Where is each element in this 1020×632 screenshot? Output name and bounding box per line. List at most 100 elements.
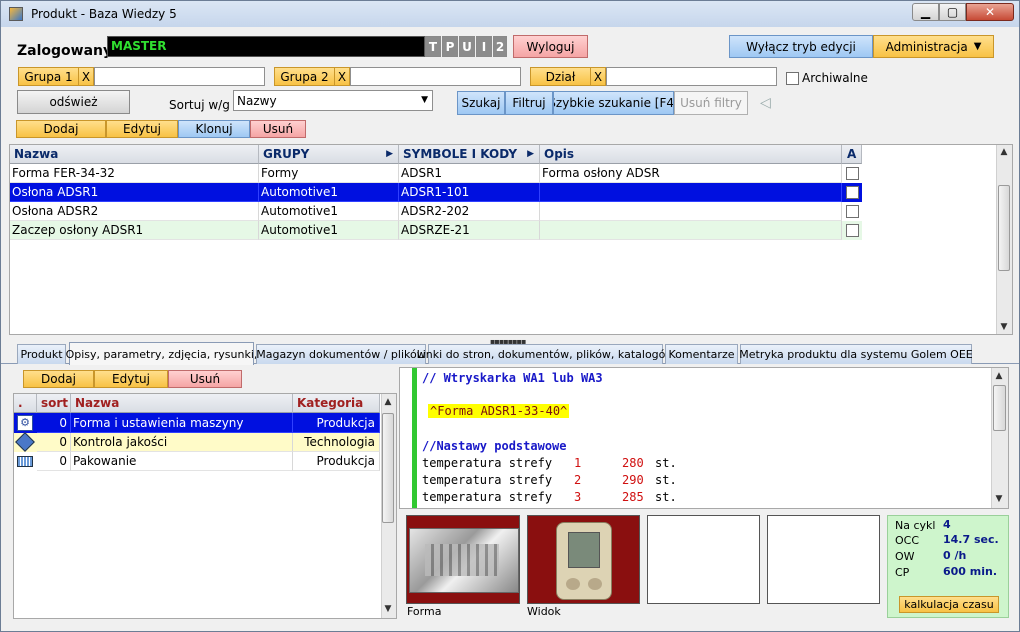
level-2[interactable]: 2 — [493, 36, 507, 57]
archive-checkbox[interactable] — [846, 224, 859, 237]
column-header-description[interactable]: Opis — [540, 145, 842, 164]
scroll-up-icon[interactable]: ▲ — [380, 397, 396, 407]
group2-input[interactable] — [350, 67, 521, 86]
sort-value: 0 — [37, 413, 71, 433]
tab-links[interactable]: Linki do stron, dokumentów, plików, kata… — [417, 344, 674, 364]
table-row[interactable]: Forma FER-34-32 Formy ADSR1 Forma osłony… — [10, 164, 862, 183]
calc-time-button[interactable]: kalkulacja czasu — [899, 596, 999, 613]
sub-delete-button[interactable]: Usuń — [168, 370, 242, 388]
edit-button[interactable]: Edytuj — [106, 120, 178, 138]
tab-documents[interactable]: Magazyn dokumentów / plików — [256, 344, 426, 364]
sort-label: Sortuj w/g — [169, 98, 230, 112]
image-view[interactable] — [527, 515, 640, 604]
logout-button[interactable]: Wyloguj — [513, 35, 588, 58]
sub-column-header-category[interactable]: Kategoria — [293, 394, 380, 413]
code-editor[interactable] — [399, 367, 1009, 509]
tab-oee[interactable]: Metryka produktu dla systemu Golem OEE — [739, 344, 973, 364]
dept-input[interactable] — [606, 67, 777, 86]
delete-button[interactable]: Usuń — [250, 120, 306, 138]
admin-button[interactable]: Administracja ▼ — [873, 35, 994, 58]
sub-column-header-icon[interactable]: . — [14, 394, 37, 413]
cell-symbols: ADSR2-202 — [399, 202, 540, 221]
cell-description: Forma osłony ADSR — [540, 164, 842, 183]
add-button[interactable]: Dodaj — [16, 120, 106, 138]
expand-arrow-icon: ▶ — [527, 149, 534, 159]
refresh-button[interactable]: odśwież — [17, 90, 130, 114]
column-header-groups-label: GRUPY — [263, 147, 310, 161]
table-row[interactable]: Zaczep osłony ADSR1 Automotive1 ADSRZE-2… — [10, 221, 862, 240]
level-i[interactable]: I — [476, 36, 492, 57]
list-item[interactable]: 0 Pakowanie Produkcja — [14, 452, 380, 471]
cell-symbols: ADSR1 — [399, 164, 540, 183]
minimize-button[interactable]: ▁ — [912, 3, 939, 21]
column-header-groups[interactable]: GRUPY ▶ — [259, 145, 399, 164]
group2-button[interactable]: Grupa 2 — [274, 67, 335, 86]
list-item[interactable]: ⚙ 0 Forma i ustawienia maszyny Produkcja — [14, 413, 380, 433]
sub-column-header-sort[interactable]: sort — [37, 394, 71, 413]
sub-edit-button[interactable]: Edytuj — [94, 370, 168, 388]
archive-label: Archiwalne — [802, 71, 868, 85]
scroll-up-icon[interactable]: ▲ — [991, 371, 1007, 381]
scroll-down-icon[interactable]: ▼ — [380, 604, 396, 614]
select-arrow-icon: ▼ — [421, 95, 428, 105]
group1-clear-button[interactable]: X — [78, 67, 94, 86]
scroll-thumb[interactable] — [998, 185, 1010, 271]
group1-input[interactable] — [94, 67, 265, 86]
archive-checkbox[interactable] — [846, 167, 859, 180]
archive-checkbox[interactable] — [846, 205, 859, 218]
stat-value: 600 min. — [943, 565, 998, 578]
edit-mode-button[interactable]: Wyłącz tryb edycji — [729, 35, 873, 58]
editor-line-unit: st. — [655, 490, 677, 504]
group2-clear-button[interactable]: X — [334, 67, 350, 86]
tab-comments[interactable]: Komentarze — [665, 344, 738, 364]
clone-button[interactable]: Klonuj — [178, 120, 250, 138]
collapse-arrow-icon[interactable]: ◁ — [760, 95, 771, 111]
scroll-thumb[interactable] — [993, 385, 1006, 431]
sort-select[interactable]: Nazwy ▼ — [233, 90, 433, 111]
tab-descriptions[interactable]: Opisy, parametry, zdjęcia, rysunki, — [66, 342, 257, 365]
scroll-up-icon[interactable]: ▲ — [996, 147, 1012, 157]
archive-checkbox[interactable] — [786, 72, 799, 85]
level-p[interactable]: P — [442, 36, 458, 57]
scroll-down-icon[interactable]: ▼ — [991, 494, 1007, 504]
list-item[interactable]: 0 Kontrola jakości Technologia — [14, 432, 380, 452]
cell-name: Forma FER-34-32 — [10, 164, 259, 183]
dept-clear-button[interactable]: X — [590, 67, 606, 86]
search-button[interactable]: Szukaj — [457, 91, 505, 115]
column-header-symbols[interactable]: SYMBOLE I KODY ▶ — [399, 145, 540, 164]
sub-add-button[interactable]: Dodaj — [23, 370, 94, 388]
table-row[interactable]: Osłona ADSR1 Automotive1 ADSR1-101 — [10, 183, 862, 202]
image-slot-empty[interactable] — [767, 515, 880, 604]
scroll-thumb[interactable] — [382, 413, 394, 523]
item-name: Forma i ustawienia maszyny — [71, 413, 293, 433]
cell-groups: Formy — [259, 164, 399, 183]
caret-down-icon: ▼ — [973, 41, 982, 52]
scroll-down-icon[interactable]: ▼ — [996, 322, 1012, 332]
tab-product[interactable]: Produkt — [17, 344, 66, 364]
close-window-button[interactable]: ✕ — [966, 3, 1014, 21]
filter-button[interactable]: Filtruj — [505, 91, 553, 115]
item-name: Pakowanie — [71, 452, 293, 471]
table-row[interactable]: Osłona ADSR2 Automotive1 ADSR2-202 — [10, 202, 862, 221]
sub-column-header-name[interactable]: Nazwa — [71, 394, 293, 413]
editor-line-label: temperatura strefy — [422, 473, 553, 487]
keyboard-icon — [17, 456, 33, 467]
maximize-button[interactable]: ▢ — [939, 3, 966, 21]
group1-button[interactable]: Grupa 1 — [18, 67, 79, 86]
column-header-archive[interactable]: A — [842, 145, 862, 164]
editor-line-unit: st. — [655, 473, 677, 487]
part-button-1 — [566, 578, 580, 590]
window-title: Produkt - Baza Wiedzy 5 — [31, 7, 177, 21]
cell-groups: Automotive1 — [259, 202, 399, 221]
image-slot-empty[interactable] — [647, 515, 760, 604]
part-button-2 — [588, 578, 602, 590]
column-header-name[interactable]: Nazwa — [10, 145, 259, 164]
archive-checkbox[interactable] — [846, 186, 859, 199]
quick-search-button[interactable]: Szybkie szukanie [F4] — [553, 91, 674, 115]
level-u[interactable]: U — [459, 36, 475, 57]
cell-name: Osłona ADSR2 — [10, 202, 259, 221]
dept-button[interactable]: Dział — [530, 67, 591, 86]
level-t[interactable]: T — [425, 36, 441, 57]
remove-filters-button[interactable]: Usuń filtry — [674, 91, 748, 115]
image-mold[interactable] — [406, 515, 520, 604]
